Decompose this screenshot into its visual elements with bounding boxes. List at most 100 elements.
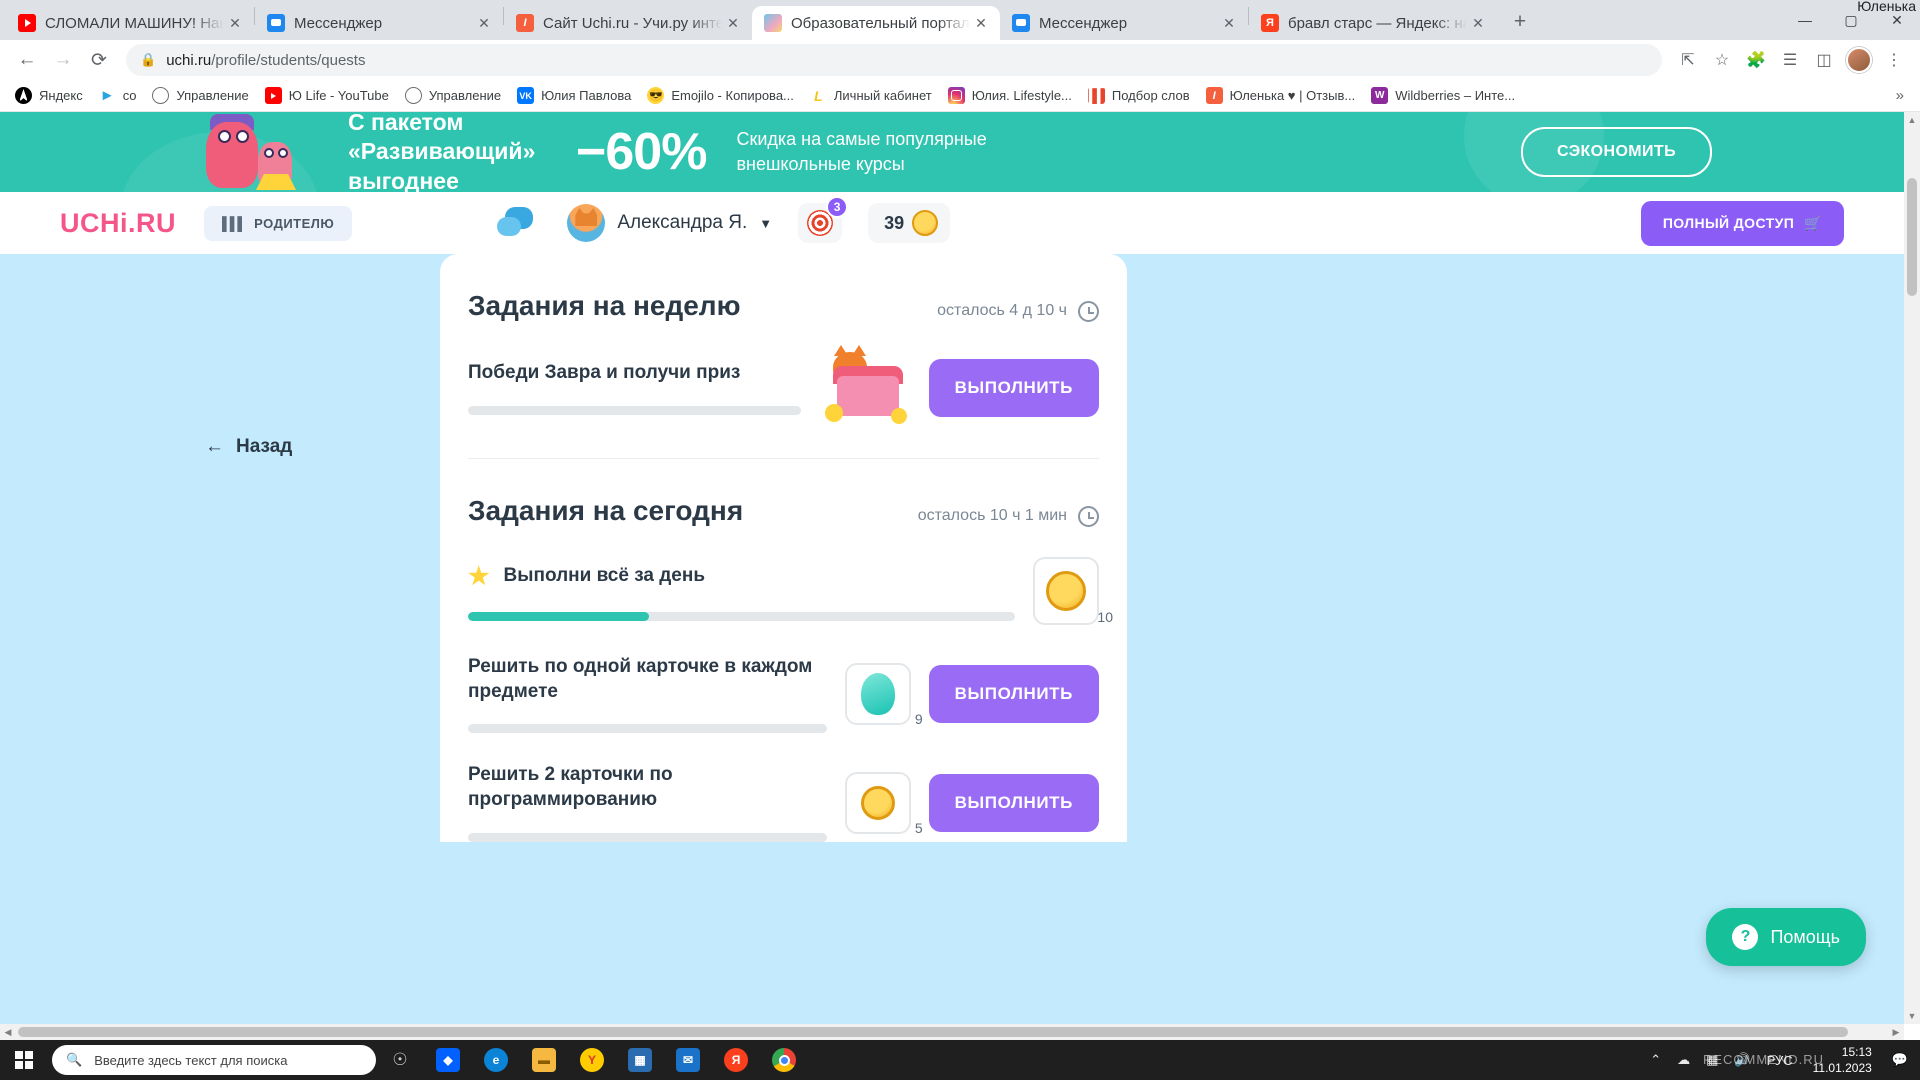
back-link[interactable]: ← Назад: [205, 436, 292, 458]
quest-item: ★ Выполни всё за день 10: [468, 527, 1113, 625]
back-label: Назад: [236, 436, 293, 457]
mail-icon[interactable]: ✉: [664, 1040, 712, 1080]
bookmark-upravlenie-2[interactable]: Управление: [398, 84, 508, 107]
close-icon[interactable]: ✕: [473, 12, 495, 34]
chevron-down-icon: ▼: [759, 215, 773, 231]
bookmark-emojilo[interactable]: 😎 Emojilo - Копирова...: [640, 84, 801, 107]
file-explorer-icon[interactable]: ▬: [520, 1040, 568, 1080]
user-name: Александра Я.: [617, 212, 748, 233]
reload-icon[interactable]: ⟳: [82, 43, 116, 77]
forward-icon[interactable]: →: [46, 43, 80, 77]
browser-tab-6[interactable]: Я бравл старс — Яндекс: на ✕: [1249, 6, 1497, 40]
bookmark-yulenka[interactable]: I Юленька ♥ | Отзыв...: [1199, 84, 1363, 107]
avatar: [567, 204, 606, 242]
dropbox-icon[interactable]: ◆: [424, 1040, 472, 1080]
profile-avatar[interactable]: [1846, 47, 1872, 73]
complete-button[interactable]: ВЫПОЛНИТЬ: [928, 359, 1099, 417]
messenger-icon: [267, 14, 285, 32]
chat-icon[interactable]: [497, 205, 541, 241]
taskbar-search-input[interactable]: 🔍 Введите здесь текст для поиска: [52, 1045, 376, 1075]
minimize-button[interactable]: —: [1782, 4, 1828, 36]
bookmark-label: Emojilo - Копирова...: [671, 88, 794, 103]
chrome-icon[interactable]: [760, 1040, 808, 1080]
new-tab-button[interactable]: +: [1505, 8, 1535, 38]
bookmark-wordstat[interactable]: ▌▌▌ Подбор слов: [1081, 84, 1197, 107]
close-icon[interactable]: ✕: [1218, 12, 1240, 34]
progress-bar: [468, 832, 827, 842]
vertical-scrollbar[interactable]: ▲ ▼: [1904, 112, 1920, 1024]
bars-icon: ▌▌▌: [222, 215, 247, 231]
extensions-icon[interactable]: 🧩: [1740, 44, 1772, 76]
close-icon[interactable]: ✕: [224, 12, 246, 34]
bookmark-vk[interactable]: VK Юлия Павлова: [510, 84, 638, 107]
progress-bar: [468, 405, 801, 415]
bookmark-co[interactable]: ► co: [92, 84, 144, 107]
reward-badge: 10: [1033, 557, 1113, 625]
bookmark-instagram[interactable]: Юлия. Lifestyle...: [941, 84, 1079, 107]
scroll-up-arrow-icon[interactable]: ▲: [1904, 112, 1920, 128]
start-button[interactable]: [0, 1040, 48, 1080]
browser-tab-4-active[interactable]: Образовательный портал ✕: [752, 6, 1000, 40]
parent-mode-button[interactable]: ▌▌▌ РОДИТЕЛЮ: [204, 205, 353, 241]
side-panel-icon[interactable]: ◫: [1808, 44, 1840, 76]
bookmark-wildberries[interactable]: W Wildberries – Инте...: [1364, 84, 1522, 107]
scroll-left-arrow-icon[interactable]: ◀: [0, 1024, 16, 1040]
onedrive-icon[interactable]: ☁: [1671, 1052, 1696, 1068]
browser-tab-1[interactable]: СЛОМАЛИ МАШИНУ! Наш ✕: [6, 6, 254, 40]
close-icon[interactable]: ✕: [1467, 12, 1489, 34]
bookmark-yandex[interactable]: Яндекс: [8, 84, 90, 107]
reading-list-icon[interactable]: ☰: [1774, 44, 1806, 76]
promo-line-3: выгоднее: [348, 167, 459, 192]
coin-count: 39: [884, 212, 905, 233]
chrome-menu-icon[interactable]: ⋮: [1878, 44, 1910, 76]
bookmark-star-icon[interactable]: ☆: [1706, 44, 1738, 76]
horizontal-scrollbar[interactable]: ◀ ▶: [0, 1024, 1904, 1040]
back-icon[interactable]: ←: [10, 43, 44, 77]
complete-button[interactable]: ВЫПОЛНИТЬ: [928, 773, 1099, 832]
address-bar[interactable]: 🔒 uchi.ru/profile/students/quests: [126, 44, 1662, 76]
vertical-scroll-thumb[interactable]: [1907, 178, 1917, 296]
quests-target-button[interactable]: 3: [798, 196, 849, 243]
scroll-down-arrow-icon[interactable]: ▼: [1904, 1008, 1920, 1024]
notifications-icon[interactable]: 💬: [1886, 1052, 1914, 1068]
section-title: Задания на сегодня: [468, 495, 744, 526]
time-left-label: осталось 4 д 10 ч: [937, 302, 1067, 319]
tray-expand-icon[interactable]: ⌃: [1644, 1052, 1667, 1068]
bookmark-upravlenie-1[interactable]: Управление: [145, 84, 255, 107]
promo-banner[interactable]: С пакетом «Развивающий» выгоднее −60% Ск…: [0, 112, 1904, 192]
horizontal-scroll-thumb[interactable]: [18, 1027, 1848, 1037]
bookmark-youtube[interactable]: Ю Life - YouTube: [258, 84, 396, 107]
complete-button[interactable]: ВЫПОЛНИТЬ: [928, 665, 1099, 724]
coin-balance[interactable]: 39: [868, 203, 951, 243]
window-controls: — ▢ ✕ Юленька: [1782, 0, 1920, 40]
reward-badge: 5: [844, 771, 923, 836]
yandex-browser-icon[interactable]: Y: [568, 1040, 616, 1080]
scroll-right-arrow-icon[interactable]: ▶: [1888, 1024, 1904, 1040]
progress-bar: [468, 612, 1015, 622]
browser-tab-5[interactable]: Мессенджер ✕: [1000, 6, 1248, 40]
bookmark-label: Яндекс: [39, 88, 83, 103]
yandex-icon[interactable]: Я: [712, 1040, 760, 1080]
instagram-icon: [947, 87, 965, 104]
store-icon[interactable]: ▦: [616, 1040, 664, 1080]
help-button[interactable]: ? Помощь: [1706, 908, 1866, 966]
save-money-button[interactable]: СЭКОНОМИТЬ: [1520, 127, 1712, 177]
browser-tab-3[interactable]: I Сайт Uchi.ru - Учи.ру интер ✕: [504, 6, 752, 40]
quest-item: Победи Завра и получи приз ВЫПОЛНИТЬ: [468, 322, 1099, 424]
browser-tab-2[interactable]: Мессенджер ✕: [255, 6, 503, 40]
share-icon[interactable]: ⇱: [1672, 44, 1704, 76]
uchi-logo[interactable]: UCHi.RU: [60, 208, 176, 239]
progress-fill: [468, 612, 649, 622]
section-weekly: Задания на неделю осталось 4 д 10 ч Побе…: [468, 254, 1099, 459]
close-icon[interactable]: ✕: [722, 12, 744, 34]
cortana-icon[interactable]: ☉: [376, 1040, 424, 1080]
bookmark-lichny-kabinet[interactable]: L Личный кабинет: [803, 84, 939, 107]
promo-headline: С пакетом «Развивающий» выгоднее: [348, 112, 558, 192]
user-menu[interactable]: Александра Я. ▼: [567, 204, 772, 242]
edge-icon[interactable]: e: [472, 1040, 520, 1080]
portal-icon: [764, 14, 782, 32]
bookmarks-overflow-button[interactable]: »: [1888, 87, 1912, 104]
quest-title: Победи Завра и получи приз: [468, 362, 741, 384]
full-access-button[interactable]: ПОЛНЫЙ ДОСТУП 🛒: [1640, 200, 1844, 246]
close-icon[interactable]: ✕: [970, 12, 992, 34]
